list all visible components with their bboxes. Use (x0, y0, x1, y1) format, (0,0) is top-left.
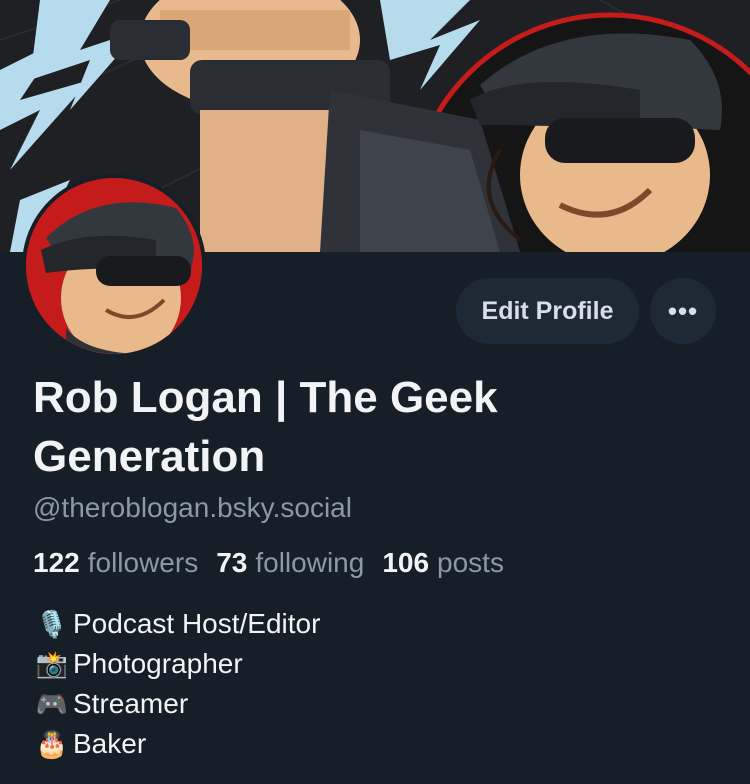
posts-stat: 106 posts (382, 545, 504, 581)
microphone-icon: 🎙️ (35, 609, 69, 639)
display-name: Rob Logan | The Geek Generation (33, 373, 498, 481)
bio-text: Podcast Host/Editor (73, 608, 321, 639)
birthday-cake-icon: 🎂 (35, 729, 69, 759)
avatar[interactable] (22, 174, 206, 358)
posts-count: 106 (382, 547, 430, 578)
bio-line: 🎙️ Podcast Host/Editor (33, 604, 321, 644)
avatar-illustration (26, 178, 202, 354)
following-count: 73 (216, 547, 248, 578)
camera-flash-icon: 📸 (35, 649, 69, 679)
followers-label: followers (87, 547, 199, 578)
more-options-button[interactable]: ••• (650, 278, 716, 344)
bio-line: 📸 Photographer (33, 644, 320, 684)
profile-handle: @theroblogan.bsky.social (33, 492, 352, 523)
profile-page: Edit Profile ••• Rob Logan | The Geek Ge… (0, 0, 750, 784)
game-controller-icon: 🎮 (35, 689, 69, 719)
edit-profile-button[interactable]: Edit Profile (456, 278, 639, 344)
bio-text: Streamer (73, 688, 189, 719)
following-stat[interactable]: 73 following (216, 545, 364, 581)
bio-line: 🎮 Streamer (33, 684, 320, 724)
bio-line: 🎂 Baker (33, 724, 320, 764)
profile-bio: 🎙️ Podcast Host/Editor 📸 Photographer 🎮 … (33, 604, 321, 764)
followers-count: 122 (33, 547, 80, 578)
bio-text: Baker (73, 728, 147, 759)
posts-label: posts (437, 547, 504, 578)
following-label: following (255, 547, 365, 578)
bio-text: Photographer (73, 648, 243, 679)
profile-stats: 122 followers 73 following 106 posts (33, 545, 504, 581)
ellipsis-icon: ••• (667, 295, 699, 326)
followers-stat[interactable]: 122 followers (33, 545, 198, 581)
